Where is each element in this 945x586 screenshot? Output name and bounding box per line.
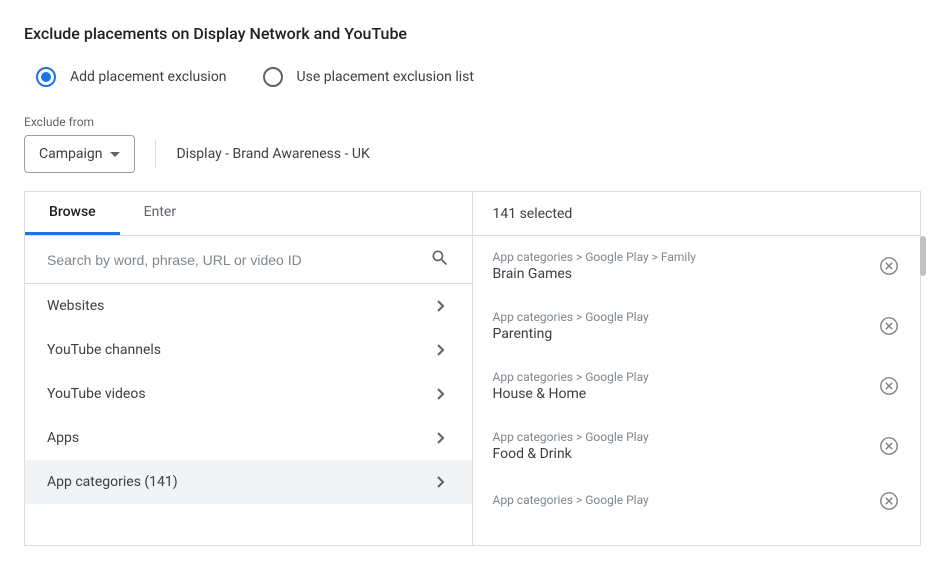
chevron-right-icon (432, 344, 450, 356)
selected-path: App categories > Google Play (493, 370, 649, 384)
browse-pane: Browse Enter Websites YouTube channels (25, 192, 473, 545)
category-list: Websites YouTube channels YouTube videos… (25, 284, 472, 545)
radio-selected-icon (36, 67, 56, 87)
category-label: YouTube videos (47, 386, 146, 402)
chevron-right-icon (432, 388, 450, 400)
scope-value: Campaign (39, 146, 102, 162)
category-label: Websites (47, 298, 104, 314)
remove-button[interactable] (878, 255, 900, 277)
scope-row: Campaign Display - Brand Awareness - UK (24, 135, 921, 173)
radio-add-label: Add placement exclusion (70, 69, 227, 85)
radio-add-exclusion[interactable]: Add placement exclusion (36, 67, 227, 87)
chevron-right-icon (432, 300, 450, 312)
page-title: Exclude placements on Display Network an… (24, 24, 921, 43)
exclusion-mode-radios: Add placement exclusion Use placement ex… (24, 67, 921, 87)
selected-item: App categories > Google Play Parenting (473, 296, 921, 356)
selected-name: House & Home (493, 386, 649, 402)
tabs: Browse Enter (25, 192, 472, 236)
selected-item: App categories > Google Play House & Hom… (473, 356, 921, 416)
caret-down-icon (110, 152, 120, 157)
remove-button[interactable] (878, 490, 900, 512)
selected-name: Parenting (493, 326, 649, 342)
remove-button[interactable] (878, 315, 900, 337)
category-app-categories[interactable]: App categories (141) (25, 460, 472, 504)
category-label: YouTube channels (47, 342, 161, 358)
radio-unselected-icon (263, 67, 283, 87)
chevron-right-icon (432, 432, 450, 444)
selected-path: App categories > Google Play (493, 493, 649, 507)
category-label: Apps (47, 430, 79, 446)
divider (155, 140, 156, 168)
chevron-right-icon (432, 476, 450, 488)
scrollbar-thumb[interactable] (920, 236, 926, 276)
selected-path: App categories > Google Play (493, 430, 649, 444)
search-icon[interactable] (430, 248, 450, 272)
selected-path: App categories > Google Play > Family (493, 250, 696, 264)
exclude-from-label: Exclude from (24, 115, 921, 129)
scope-select[interactable]: Campaign (24, 135, 135, 173)
selected-path: App categories > Google Play (493, 310, 649, 324)
selected-count: 141 selected (473, 192, 921, 236)
selected-list[interactable]: App categories > Google Play > Family Br… (473, 236, 921, 545)
selected-name: Brain Games (493, 266, 696, 282)
radio-use-list[interactable]: Use placement exclusion list (263, 67, 474, 87)
selected-item: App categories > Google Play (473, 476, 921, 526)
category-youtube-channels[interactable]: YouTube channels (25, 328, 472, 372)
radio-use-list-label: Use placement exclusion list (297, 69, 474, 85)
selected-pane: 141 selected App categories > Google Pla… (473, 192, 921, 545)
category-websites[interactable]: Websites (25, 284, 472, 328)
tab-enter[interactable]: Enter (120, 192, 200, 235)
remove-button[interactable] (878, 375, 900, 397)
selected-item: App categories > Google Play > Family Br… (473, 236, 921, 296)
campaign-name: Display - Brand Awareness - UK (176, 146, 369, 162)
selected-item: App categories > Google Play Food & Drin… (473, 416, 921, 476)
placements-panel: Browse Enter Websites YouTube channels (24, 191, 921, 546)
category-youtube-videos[interactable]: YouTube videos (25, 372, 472, 416)
remove-button[interactable] (878, 435, 900, 457)
search-row (25, 236, 472, 284)
search-input[interactable] (47, 252, 430, 268)
tab-browse[interactable]: Browse (25, 192, 120, 235)
category-label: App categories (141) (47, 474, 178, 490)
category-apps[interactable]: Apps (25, 416, 472, 460)
selected-name: Food & Drink (493, 446, 649, 462)
